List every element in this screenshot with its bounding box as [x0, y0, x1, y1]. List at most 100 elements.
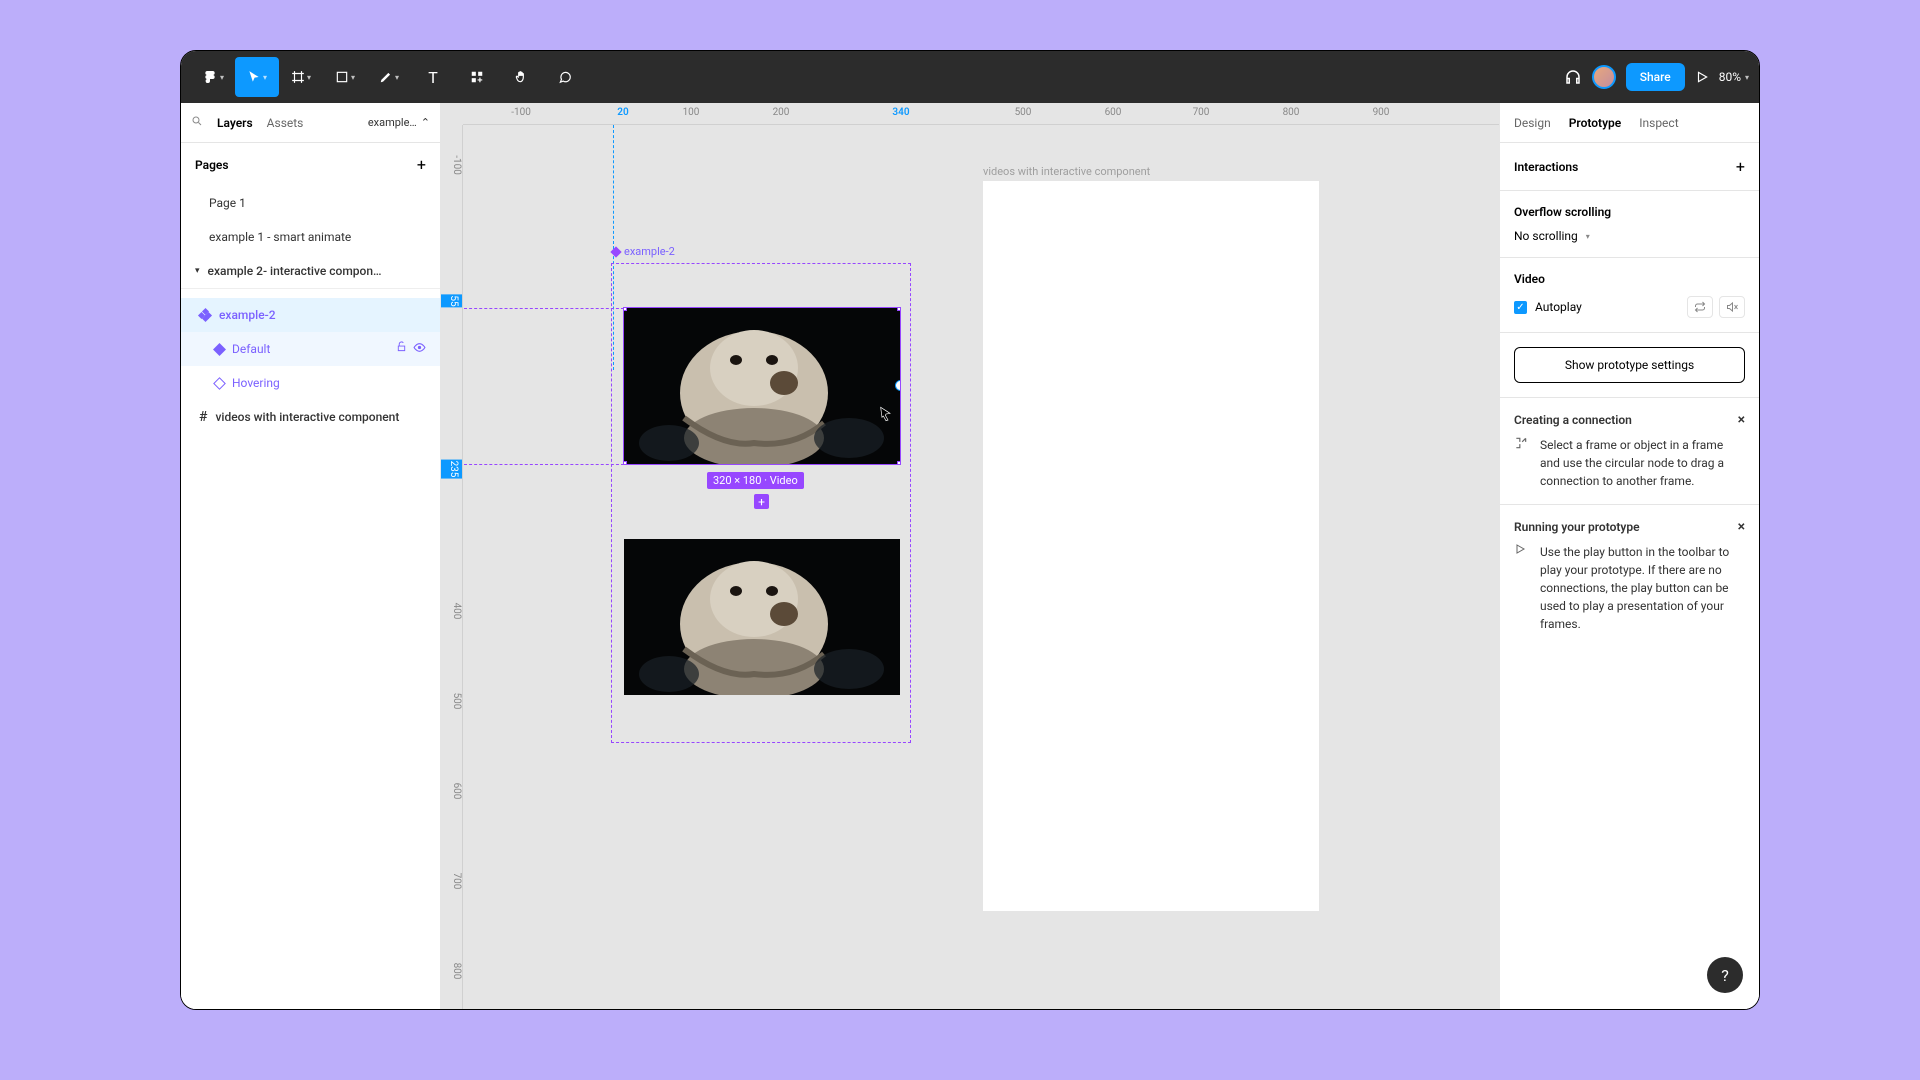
cursor-icon: [247, 70, 261, 84]
comment-tool-button[interactable]: [543, 57, 587, 97]
chevron-down-icon: ▾: [307, 73, 311, 82]
add-variant-button[interactable]: +: [754, 494, 769, 509]
tab-prototype[interactable]: Prototype: [1569, 116, 1622, 130]
ruler-vertical: -10055235400500600700800: [441, 125, 463, 1009]
layer-label: Hovering: [232, 376, 280, 390]
frame-label[interactable]: videos with interactive component: [983, 165, 1150, 178]
chevron-down-icon: ▾: [395, 73, 399, 82]
zoom-value: 80%: [1719, 70, 1741, 84]
left-panel: Layers Assets example… ⌃ Pages + Page 1 …: [181, 103, 441, 1009]
add-interaction-button[interactable]: +: [1736, 157, 1745, 176]
text-icon: T: [428, 68, 438, 87]
app-window: ▾ ▾ ▾ ▾ ▾ T: [180, 50, 1760, 1010]
tip-title: Running your prototype: [1514, 520, 1640, 534]
chevron-down-icon: ▾: [263, 73, 267, 82]
overflow-select[interactable]: No scrolling ▾: [1514, 229, 1745, 243]
pages-label: Pages: [195, 158, 229, 172]
chevron-down-icon: ▾: [1586, 232, 1590, 241]
text-tool-button[interactable]: T: [411, 57, 455, 97]
chevron-down-icon: ▾: [351, 73, 355, 82]
component-set-frame[interactable]: 320 × 180 · Video +: [611, 263, 911, 743]
guide-horizontal: [464, 464, 624, 465]
frame-icon: #: [199, 409, 207, 425]
page-item[interactable]: Page 1: [181, 186, 440, 220]
component-set-icon: [199, 309, 211, 321]
chevron-up-icon: ⌃: [421, 116, 430, 129]
ruler-horizontal: -10020100200340500600700800900: [463, 103, 1499, 125]
page-breadcrumb[interactable]: example… ⌃: [368, 116, 430, 129]
variant-icon: [213, 377, 226, 390]
tab-layers[interactable]: Layers: [217, 116, 253, 130]
play-icon: [1514, 543, 1530, 633]
shape-tool-button[interactable]: ▾: [323, 57, 367, 97]
add-page-button[interactable]: +: [417, 155, 426, 174]
panel-tabs: Layers Assets example… ⌃: [181, 103, 440, 143]
frame-videos[interactable]: [983, 181, 1319, 911]
page-item[interactable]: example 1 - smart animate: [181, 220, 440, 254]
main-menu-button[interactable]: ▾: [191, 57, 235, 97]
video-layer-hovering[interactable]: [624, 539, 900, 695]
selection-handle[interactable]: [624, 308, 627, 311]
comment-icon: [558, 70, 572, 84]
breadcrumb-label: example…: [368, 116, 417, 129]
layer-label: Default: [232, 342, 270, 356]
hand-icon: [514, 70, 528, 84]
tab-inspect[interactable]: Inspect: [1639, 116, 1678, 130]
guide-horizontal: [464, 308, 624, 309]
tab-design[interactable]: Design: [1514, 116, 1551, 130]
variant-icon: [213, 343, 226, 356]
layer-component[interactable]: example-2: [181, 298, 440, 332]
pen-icon: [379, 70, 393, 84]
move-tool-button[interactable]: ▾: [235, 57, 279, 97]
canvas[interactable]: -10020100200340500600700800900 -10055235…: [441, 103, 1499, 1009]
component-frame-label[interactable]: example-2: [612, 245, 675, 258]
tip-title: Creating a connection: [1514, 413, 1632, 427]
video-layer-default[interactable]: [624, 308, 900, 464]
tip-body: Select a frame or object in a frame and …: [1540, 436, 1745, 490]
show-prototype-settings-button[interactable]: Show prototype settings: [1514, 347, 1745, 383]
interactions-header: Interactions: [1514, 160, 1578, 174]
prototype-connection-handle[interactable]: [895, 380, 900, 391]
toolbar: ▾ ▾ ▾ ▾ ▾ T: [181, 51, 1759, 103]
loop-button[interactable]: [1687, 296, 1713, 318]
unlock-icon[interactable]: [396, 341, 407, 357]
frame-icon: [291, 70, 305, 84]
visible-icon[interactable]: [413, 341, 426, 357]
mute-button[interactable]: [1719, 296, 1745, 318]
overflow-header: Overflow scrolling: [1514, 205, 1611, 219]
otter-image: [624, 539, 900, 695]
layer-label: videos with interactive component: [215, 410, 399, 424]
close-tip-button[interactable]: ×: [1738, 412, 1745, 428]
frame-tool-button[interactable]: ▾: [279, 57, 323, 97]
chevron-down-icon: ▾: [220, 73, 224, 82]
selection-handle[interactable]: [624, 461, 627, 464]
present-button[interactable]: [1695, 57, 1709, 97]
layer-variant-hovering[interactable]: Hovering: [181, 366, 440, 400]
share-button[interactable]: Share: [1626, 63, 1685, 91]
page-item-label: example 2- interactive compon…: [208, 264, 382, 278]
figma-logo-icon: [202, 69, 218, 85]
layer-variant-default[interactable]: Default: [181, 332, 440, 366]
hand-tool-button[interactable]: [499, 57, 543, 97]
tab-assets[interactable]: Assets: [267, 116, 304, 130]
video-header: Video: [1514, 272, 1545, 286]
pen-tool-button[interactable]: ▾: [367, 57, 411, 97]
close-tip-button[interactable]: ×: [1738, 519, 1745, 535]
search-icon[interactable]: [191, 115, 203, 130]
inspector-tabs: Design Prototype Inspect: [1500, 103, 1759, 143]
user-avatar[interactable]: [1592, 65, 1616, 89]
help-button[interactable]: ?: [1707, 957, 1743, 993]
otter-image: [624, 308, 900, 464]
chevron-down-icon: ▾: [195, 266, 200, 276]
selection-handle[interactable]: [897, 308, 900, 311]
component-label-text: example-2: [624, 245, 675, 258]
autoplay-checkbox[interactable]: ✓: [1514, 301, 1527, 314]
layer-frame[interactable]: # videos with interactive component: [181, 400, 440, 434]
page-item-current[interactable]: ▾ example 2- interactive compon…: [181, 254, 440, 288]
zoom-menu[interactable]: 80% ▾: [1719, 70, 1749, 84]
resources-button[interactable]: [455, 57, 499, 97]
audio-button[interactable]: [1564, 57, 1582, 97]
selection-handle[interactable]: [897, 461, 900, 464]
chevron-down-icon: ▾: [1745, 73, 1749, 82]
connection-icon: [1514, 436, 1530, 490]
